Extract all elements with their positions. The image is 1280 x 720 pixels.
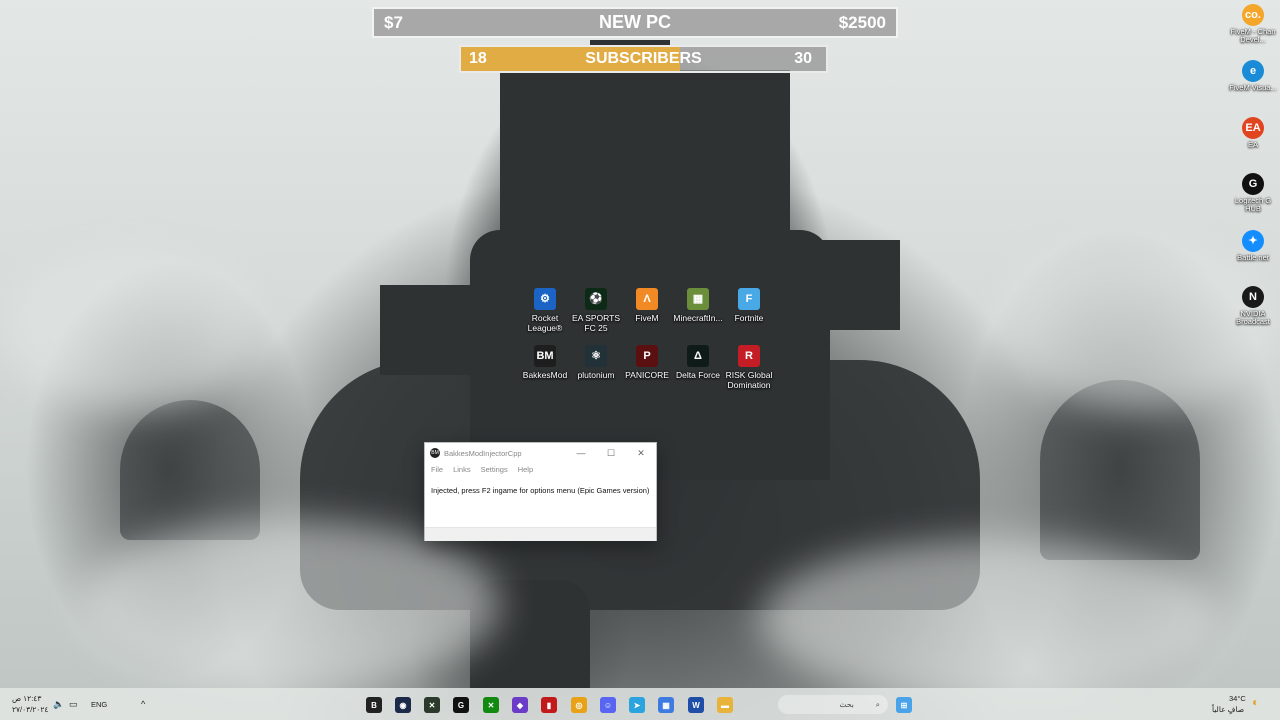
store-taskbar-icon[interactable]: ▦	[658, 697, 674, 713]
menu-help[interactable]: Help	[518, 465, 533, 474]
discord-taskbar-icon[interactable]: ☺	[600, 697, 616, 713]
logitech-taskbar-icon[interactable]: G	[453, 697, 469, 713]
donation-goal-bar: $7 NEW PC $2500	[372, 7, 898, 38]
close-button[interactable]: ✕	[626, 448, 656, 459]
desktop-shortcut-label: Battle.net	[1237, 253, 1269, 262]
weather-temperature[interactable]: 34°C	[1229, 694, 1246, 703]
weather-icon[interactable]: ◐	[1252, 695, 1259, 709]
volume-icon[interactable]: 🔈	[53, 699, 64, 710]
explorer-taskbar-icon[interactable]: ▬	[717, 697, 733, 713]
desktop-shortcut-label: RISK Global Domination	[725, 370, 773, 390]
subscriber-current-count: 18	[469, 50, 487, 67]
subscriber-target-count: 30	[794, 50, 812, 67]
bakkesmod-injector-window[interactable]: BM BakkesModInjectorCpp — ☐ ✕ File Links…	[424, 442, 657, 541]
desktop-shortcut[interactable]: ✦ Battle.net	[1226, 230, 1280, 262]
delta-force-icon: Δ	[687, 345, 709, 367]
word-taskbar-icon[interactable]: W	[688, 697, 704, 713]
desktop-shortcut[interactable]: ⚙ Rocket League®	[520, 288, 570, 333]
rocket-league-icon: ⚙	[534, 288, 556, 310]
search-icon: ⌕	[875, 699, 880, 709]
nvidia-icon: N	[1242, 286, 1264, 308]
maximize-button[interactable]: ☐	[596, 448, 626, 459]
battlenet-icon: ✦	[1242, 230, 1264, 252]
fivem-icon: Λ	[636, 288, 658, 310]
menu-settings[interactable]: Settings	[481, 465, 508, 474]
language-indicator[interactable]: ENG	[91, 700, 107, 709]
desktop-shortcut-label: MinecraftIn...	[673, 313, 723, 323]
desktop-shortcut[interactable]: N NVIDIA Broadcast	[1226, 286, 1280, 326]
desktop-shortcut[interactable]: BM BakkesMod	[520, 345, 570, 380]
desktop-shortcut-label: BakkesMod	[522, 370, 568, 380]
logitech-icon: G	[1242, 173, 1264, 195]
ea-icon: EA	[1242, 117, 1264, 139]
weather-description[interactable]: صافٍ عالياً	[1212, 705, 1244, 714]
fortnite-icon: F	[738, 288, 760, 310]
desktop-shortcut-label: FiveM - Chan Devel...	[1230, 27, 1276, 44]
fivem-shortcut-icon: co.	[1242, 4, 1264, 26]
chrome-taskbar-icon[interactable]: ◎	[571, 697, 587, 713]
desktop-shortcut-label: Delta Force	[676, 370, 720, 380]
window-titlebar[interactable]: BM BakkesModInjectorCpp — ☐ ✕	[425, 443, 656, 463]
desktop-shortcut-label: Fortnite	[734, 313, 764, 323]
menu-links[interactable]: Links	[453, 465, 471, 474]
app-taskbar-icon[interactable]: ◉	[395, 697, 411, 713]
desktop-shortcut[interactable]: e FiveM Visua...	[1226, 60, 1280, 92]
desktop-shortcut[interactable]: F Fortnite	[724, 288, 774, 323]
bakkesmod-taskbar-icon[interactable]: B	[366, 697, 382, 713]
window-title: BakkesModInjectorCpp	[444, 448, 522, 458]
network-icon[interactable]: ▭	[69, 699, 78, 710]
xbox-taskbar-icon[interactable]: ✕	[483, 697, 499, 713]
telegram-taskbar-icon[interactable]: ➤	[629, 697, 645, 713]
desktop-shortcut[interactable]: ⚛ plutonium	[571, 345, 621, 380]
desktop-shortcut-label: FiveM	[635, 313, 659, 323]
status-bar	[425, 528, 656, 541]
desktop-shortcut-label: plutonium	[577, 370, 615, 380]
taskbar-clock-date[interactable]: ٢٧/٠٣/٢٠٢٤	[12, 705, 48, 714]
bakkesmod-app-icon: BM	[430, 448, 440, 458]
edge-icon: e	[1242, 60, 1264, 82]
desktop-shortcut-label: EA	[1247, 140, 1258, 149]
red-app-taskbar-icon[interactable]: ▮	[541, 697, 557, 713]
taskbar-search[interactable]: بحث ⌕	[778, 695, 888, 714]
desktop-shortcut-label: EA SPORTS FC 25	[571, 313, 621, 333]
desktop-shortcut[interactable]: P PANICORE	[622, 345, 672, 380]
taskbar-clock-time[interactable]: ١٢:٤٣ ص	[12, 694, 41, 703]
desktop-shortcut[interactable]: ⚽ EA SPORTS FC 25	[571, 288, 621, 333]
status-message: Injected, press F2 ingame for options me…	[431, 486, 650, 495]
desktop-shortcut-label: Rocket League®	[527, 313, 563, 333]
chevron-up-icon[interactable]: ^	[141, 699, 145, 709]
desktop-shortcut[interactable]: EA EA	[1226, 117, 1280, 149]
window-body: Injected, press F2 ingame for options me…	[425, 476, 656, 528]
risk-icon: R	[738, 345, 760, 367]
goal-target-amount: $2500	[838, 12, 886, 32]
start-button[interactable]: ⊞	[896, 697, 912, 713]
goal-title: NEW PC	[599, 12, 671, 32]
panicore-icon: P	[636, 345, 658, 367]
desktop-shortcut[interactable]: Δ Delta Force	[673, 345, 723, 380]
desktop-shortcut-label: FiveM Visua...	[1229, 83, 1277, 92]
desktop-shortcut[interactable]: G Logitech G HUB	[1226, 173, 1280, 213]
desktop-shortcut-label: Logitech G HUB	[1234, 196, 1272, 213]
search-placeholder: بحث	[839, 700, 854, 709]
gamepad-taskbar-icon[interactable]: ◆	[512, 697, 528, 713]
menu-bar: File Links Settings Help	[425, 463, 656, 476]
goal-current-amount: $7	[384, 12, 403, 32]
bakkesmod-icon: BM	[534, 345, 556, 367]
desktop-shortcut-label: PANICORE	[625, 370, 669, 380]
subscriber-goal-bar: SUBSCRIBERS 18 30	[459, 45, 828, 73]
desktop-shortcut[interactable]: co. FiveM - Chan Devel...	[1226, 4, 1280, 44]
ea-fc-icon: ⚽	[585, 288, 607, 310]
plutonium-icon: ⚛	[585, 345, 607, 367]
desktop-shortcut[interactable]: R RISK Global Domination	[724, 345, 774, 390]
desktop-shortcut[interactable]: Λ FiveM	[622, 288, 672, 323]
desktop-shortcut[interactable]: ▦ MinecraftIn...	[673, 288, 723, 323]
menu-file[interactable]: File	[431, 465, 443, 474]
desktop-shortcut-label: NVIDIA Broadcast	[1236, 309, 1270, 326]
minimize-button[interactable]: —	[566, 448, 596, 459]
terminal-taskbar-icon[interactable]: ✕	[424, 697, 440, 713]
minecraft-icon: ▦	[687, 288, 709, 310]
